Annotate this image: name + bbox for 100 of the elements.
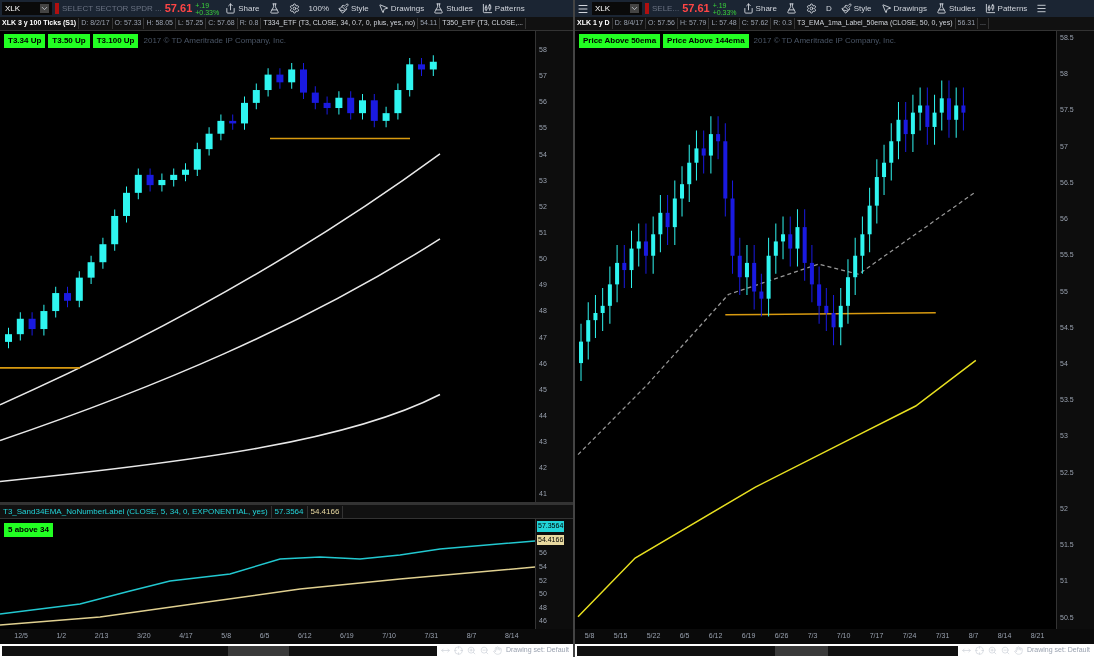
toolbar-button[interactable]: Patterns <box>981 1 1031 16</box>
candle <box>64 286 71 308</box>
candle <box>896 101 901 160</box>
candle <box>205 126 213 157</box>
candle <box>87 255 95 285</box>
crosshair-icon[interactable] <box>453 646 463 655</box>
candle <box>961 87 966 132</box>
paintbrush-icon <box>840 3 852 14</box>
symbol-field[interactable]: XLK <box>592 2 642 15</box>
candle <box>918 87 923 132</box>
candle <box>615 244 620 303</box>
toolbar-button[interactable]: Share <box>739 1 780 16</box>
candle <box>323 95 331 115</box>
symbol-field[interactable]: XLK <box>2 2 52 15</box>
candle <box>860 215 865 275</box>
toolbar-button[interactable]: Studies <box>932 1 979 16</box>
candle <box>394 83 402 121</box>
candle <box>579 323 583 382</box>
copyright-text: 2017 © TD Ameritrade IP Company, Inc. <box>753 35 896 47</box>
candle <box>359 93 366 121</box>
share-icon <box>742 3 754 14</box>
crosshair-icon[interactable] <box>974 646 984 655</box>
pan-arrows-icon[interactable] <box>440 646 450 655</box>
candle <box>600 287 605 332</box>
candle <box>759 273 764 318</box>
toolbar-button[interactable]: Share <box>222 1 263 16</box>
alert-marker-icon <box>645 3 649 14</box>
zoom-out-icon[interactable] <box>1000 646 1010 655</box>
pan-arrows-icon[interactable] <box>961 646 971 655</box>
candle <box>264 67 272 97</box>
candle <box>182 162 189 182</box>
toolbar-button[interactable]: Drawings <box>374 1 428 16</box>
candle <box>744 244 749 296</box>
hand-icon[interactable] <box>1013 646 1023 655</box>
zoom-in-icon[interactable] <box>987 646 997 655</box>
dropdown-caret-icon <box>40 4 49 13</box>
horizontal-scrollbar[interactable] <box>2 645 437 656</box>
candle <box>252 83 260 110</box>
candle <box>75 270 83 308</box>
candle <box>311 85 319 110</box>
candle <box>429 54 437 77</box>
candle <box>795 208 800 267</box>
toolbar-button[interactable]: Patterns <box>478 1 528 16</box>
candle <box>838 287 843 346</box>
candle <box>658 194 663 253</box>
toolbar-button[interactable]: Style <box>335 1 372 16</box>
menu-icon <box>1036 3 1048 14</box>
candle <box>629 230 634 289</box>
candle <box>809 244 814 303</box>
candle <box>954 87 959 139</box>
candle <box>737 237 742 296</box>
candle <box>932 94 937 146</box>
candle <box>694 130 699 182</box>
candle <box>636 223 641 267</box>
share-icon <box>225 3 237 14</box>
settings-icon <box>288 3 300 14</box>
toolbar-button[interactable]: D <box>822 1 835 16</box>
security-description: SELECT SECTOR SPDR ... <box>62 2 162 15</box>
candle <box>716 115 721 160</box>
signal-label: T3.34 Up <box>4 34 46 48</box>
settings-icon <box>805 3 817 14</box>
candle <box>889 122 894 182</box>
candle <box>335 90 343 115</box>
candle <box>134 167 142 200</box>
candle <box>16 311 24 342</box>
study-value: 54.4166 <box>307 505 344 518</box>
candle <box>651 215 656 275</box>
toolbar-button[interactable]: Drawings <box>877 1 930 16</box>
candle <box>831 294 836 346</box>
candle <box>158 173 166 193</box>
candle <box>903 101 908 153</box>
candle <box>99 237 107 270</box>
candle <box>170 167 178 187</box>
flask-icon <box>268 3 280 14</box>
candle <box>708 115 713 174</box>
paintbrush-icon <box>338 3 350 14</box>
candle <box>123 185 130 223</box>
candle <box>622 244 627 289</box>
menu-icon[interactable] <box>577 2 589 15</box>
study-title: T3_Sand34EMA_NoNumberLabel (CLOSE, 5, 34, 0, EXPONENTIAL, yes) <box>0 505 272 518</box>
candle <box>28 311 36 336</box>
toolbar-button[interactable]: Studies <box>430 1 476 16</box>
candle <box>781 215 786 260</box>
candle <box>111 209 119 252</box>
candle <box>347 90 355 121</box>
hand-icon[interactable] <box>492 646 502 655</box>
candle <box>229 113 237 131</box>
candle <box>370 93 378 128</box>
zoom-out-icon[interactable] <box>479 646 489 655</box>
toolbar-button[interactable]: Style <box>837 1 875 16</box>
candle <box>687 144 692 203</box>
zoom-in-icon[interactable] <box>466 646 476 655</box>
toolbar-button[interactable]: 100% <box>305 1 333 16</box>
candlestick-icon <box>984 3 996 14</box>
candle <box>40 304 48 336</box>
signal-label: Price Above 50ema <box>579 34 661 48</box>
horizontal-scrollbar[interactable] <box>577 645 958 656</box>
alert-marker-icon <box>55 3 59 14</box>
candle <box>241 95 248 131</box>
flask-icon <box>935 3 947 14</box>
